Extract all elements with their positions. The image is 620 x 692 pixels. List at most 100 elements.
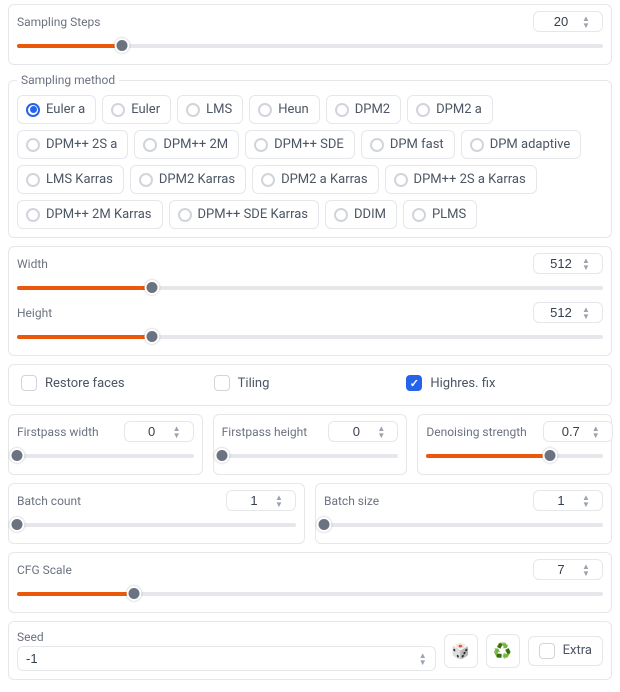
radio-icon — [26, 173, 40, 187]
random-seed-button[interactable]: 🎲 — [444, 634, 478, 668]
seed-input[interactable]: ▲▼ — [17, 646, 436, 671]
firstpass-width-slider[interactable] — [17, 446, 194, 464]
sampler-radio-label: LMS Karras — [46, 172, 113, 187]
highres-fix-checkbox[interactable]: Highres. fix — [406, 375, 599, 391]
firstpass-width-group: Firstpass width ▲▼ — [8, 414, 203, 475]
sampler-radio-euler[interactable]: Euler — [102, 95, 171, 124]
radio-icon — [335, 103, 349, 117]
reuse-seed-button[interactable]: ♻️ — [486, 634, 520, 668]
sampler-radio-label: DPM++ SDE Karras — [198, 207, 309, 222]
sampling-steps-input[interactable]: ▲▼ — [533, 11, 603, 32]
sampler-radio-dpm-fast[interactable]: DPM fast — [361, 130, 455, 159]
sampler-radio-dpm-2s-a-karras[interactable]: DPM++ 2S a Karras — [385, 165, 537, 194]
sampler-radio-label: Heun — [278, 102, 309, 117]
stepper-icon[interactable]: ▲▼ — [582, 15, 590, 29]
radio-icon — [178, 208, 192, 222]
sampler-radio-plms[interactable]: PLMS — [403, 200, 477, 229]
seed-group: Seed ▲▼ 🎲 ♻️ Extra — [8, 621, 612, 680]
cfg-scale-label: CFG Scale — [17, 563, 72, 577]
batch-size-input[interactable]: ▲▼ — [533, 490, 603, 511]
denoising-slider[interactable] — [426, 446, 603, 464]
sampler-radio-label: Euler — [131, 102, 160, 117]
radio-icon — [26, 138, 40, 152]
sampler-radio-heun[interactable]: Heun — [249, 95, 320, 124]
height-slider[interactable] — [17, 327, 603, 345]
batch-count-group: Batch count ▲▼ — [8, 483, 305, 544]
height-label: Height — [17, 306, 52, 320]
sampler-radio-dpm2-karras[interactable]: DPM2 Karras — [130, 165, 246, 194]
sampler-radio-label: DPM++ 2M — [163, 137, 228, 152]
sampling-method-legend: Sampling method — [17, 73, 119, 87]
options-group: Restore faces Tiling Highres. fix — [8, 364, 612, 406]
sampler-radio-label: DPM2 — [355, 102, 390, 117]
sampler-radio-dpm2[interactable]: DPM2 — [326, 95, 401, 124]
sampler-radio-label: DPM++ 2S a Karras — [414, 172, 526, 187]
sampler-radio-lms[interactable]: LMS — [177, 95, 243, 124]
sampler-radio-label: DPM++ SDE — [274, 137, 344, 152]
sampler-radio-label: DPM2 a — [436, 102, 482, 117]
height-input[interactable]: ▲▼ — [533, 302, 603, 323]
sampler-radio-dpm-adaptive[interactable]: DPM adaptive — [461, 130, 582, 159]
sampling-steps-group: Sampling Steps ▲▼ — [8, 4, 612, 65]
batch-size-slider[interactable] — [324, 515, 603, 533]
radio-icon — [254, 138, 268, 152]
sampler-radio-ddim[interactable]: DDIM — [325, 200, 397, 229]
cfg-scale-slider[interactable] — [17, 584, 603, 602]
sampler-radio-dpm2-a[interactable]: DPM2 a — [407, 95, 493, 124]
radio-icon — [26, 103, 40, 117]
width-label: Width — [17, 257, 48, 271]
sampling-method-group: Sampling method Euler a Euler LMS Heun DPM2 D… — [8, 73, 612, 238]
radio-icon — [416, 103, 430, 117]
sampling-steps-label: Sampling Steps — [17, 15, 100, 29]
firstpass-height-slider[interactable] — [222, 446, 399, 464]
recycle-icon: ♻️ — [493, 642, 512, 660]
stepper-icon[interactable]: ▲▼ — [592, 425, 600, 439]
sampler-radio-dpm-2s-a[interactable]: DPM++ 2S a — [17, 130, 128, 159]
sampler-radio-dpm-sde[interactable]: DPM++ SDE — [245, 130, 355, 159]
sampler-radio-euler-a[interactable]: Euler a — [17, 95, 96, 124]
width-input[interactable]: ▲▼ — [533, 253, 603, 274]
batch-count-slider[interactable] — [17, 515, 296, 533]
extra-checkbox[interactable]: Extra — [528, 636, 603, 666]
sampler-radio-label: DPM fast — [390, 137, 444, 152]
tiling-checkbox[interactable]: Tiling — [214, 375, 407, 391]
batch-count-input[interactable]: ▲▼ — [226, 490, 296, 511]
sampling-steps-slider[interactable] — [17, 36, 603, 54]
stepper-icon[interactable]: ▲▼ — [582, 257, 590, 271]
stepper-icon[interactable]: ▲▼ — [377, 425, 385, 439]
radio-icon — [261, 173, 275, 187]
sampler-radio-dpm-2m-karras[interactable]: DPM++ 2M Karras — [17, 200, 163, 229]
denoising-group: Denoising strength ▲▼ — [417, 414, 612, 475]
firstpass-width-input[interactable]: ▲▼ — [124, 421, 194, 442]
stepper-icon[interactable]: ▲▼ — [275, 494, 283, 508]
sampler-radio-label: PLMS — [432, 207, 466, 222]
radio-icon — [258, 103, 272, 117]
batch-size-group: Batch size ▲▼ — [315, 483, 612, 544]
width-slider[interactable] — [17, 278, 603, 296]
batch-size-label: Batch size — [324, 494, 379, 508]
restore-faces-checkbox[interactable]: Restore faces — [21, 375, 214, 391]
batch-count-label: Batch count — [17, 494, 81, 508]
sampler-radio-dpm-sde-karras[interactable]: DPM++ SDE Karras — [169, 200, 320, 229]
cfg-scale-input[interactable]: ▲▼ — [533, 559, 603, 580]
radio-icon — [26, 208, 40, 222]
sampler-radio-label: DDIM — [354, 207, 386, 222]
stepper-icon[interactable]: ▲▼ — [173, 425, 181, 439]
stepper-icon[interactable]: ▲▼ — [419, 652, 427, 666]
sampler-radio-label: DPM++ 2M Karras — [46, 207, 152, 222]
stepper-icon[interactable]: ▲▼ — [582, 494, 590, 508]
sampler-radio-label: DPM2 Karras — [159, 172, 235, 187]
stepper-icon[interactable]: ▲▼ — [582, 563, 590, 577]
denoising-input[interactable]: ▲▼ — [543, 421, 613, 442]
sampler-radio-dpm2-a-karras[interactable]: DPM2 a Karras — [252, 165, 378, 194]
stepper-icon[interactable]: ▲▼ — [582, 306, 590, 320]
radio-icon — [334, 208, 348, 222]
sampler-radio-dpm-2m[interactable]: DPM++ 2M — [134, 130, 239, 159]
firstpass-height-input[interactable]: ▲▼ — [328, 421, 398, 442]
sampler-radio-label: DPM adaptive — [490, 137, 571, 152]
radio-icon — [470, 138, 484, 152]
firstpass-height-group: Firstpass height ▲▼ — [213, 414, 408, 475]
radio-icon — [394, 173, 408, 187]
sampler-radio-lms-karras[interactable]: LMS Karras — [17, 165, 124, 194]
dice-icon: 🎲 — [451, 642, 470, 660]
